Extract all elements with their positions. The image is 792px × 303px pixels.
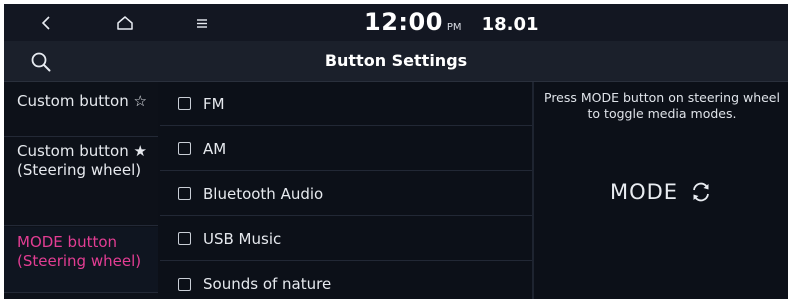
option-label: Sounds of nature (203, 275, 332, 293)
checkbox[interactable] (178, 142, 191, 155)
back-icon[interactable] (32, 4, 60, 41)
search-icon[interactable] (28, 49, 54, 75)
list-item-fm[interactable]: FM (160, 82, 532, 126)
help-panel: Press MODE button on steering wheel to t… (534, 82, 788, 299)
clock-date: 18.01 (481, 14, 539, 35)
checkbox[interactable] (178, 232, 191, 245)
page-title: Button Settings (324, 51, 468, 70)
option-label: Bluetooth Audio (203, 184, 324, 203)
menu-item-custom-button[interactable]: Custom button ☆ (4, 88, 158, 137)
checkbox[interactable] (178, 187, 191, 200)
clock: 12:00 PM 18.01 (364, 8, 539, 36)
mode-label: MODE (609, 180, 679, 204)
list-item-usb-music[interactable]: USB Music (160, 217, 532, 261)
clock-ampm: PM (446, 22, 462, 33)
page-header: Button Settings (4, 41, 788, 82)
menu-item-mode-button[interactable]: MODE button (Steering wheel) (4, 227, 158, 293)
list-item-sounds-of-nature[interactable]: Sounds of nature (160, 262, 532, 299)
status-bar: 12:00 PM 18.01 (4, 4, 788, 41)
option-label: USB Music (203, 229, 282, 248)
checkbox[interactable] (178, 97, 191, 110)
list-item-am[interactable]: AM (160, 127, 532, 171)
settings-menu: Custom button ☆ Custom button ★ (Steerin… (4, 82, 158, 299)
clock-time: 12:00 (364, 8, 443, 36)
help-text: Press MODE button on steering wheel to t… (544, 90, 780, 121)
option-label: AM (203, 139, 227, 158)
menu-icon[interactable] (190, 4, 214, 41)
infotainment-screen: 12:00 PM 18.01 Button Settings Custom bu… (4, 4, 788, 299)
menu-item-custom-button-steering[interactable]: Custom button ★ (Steering wheel) (4, 138, 158, 226)
media-mode-list: FM AM Bluetooth Audio USB Music Sounds o… (160, 82, 532, 299)
option-label: FM (203, 94, 225, 113)
mode-indicator: MODE (534, 180, 788, 204)
checkbox[interactable] (178, 277, 191, 291)
refresh-cycle-icon (690, 181, 712, 203)
home-icon[interactable] (110, 4, 140, 41)
list-item-bluetooth-audio[interactable]: Bluetooth Audio (160, 172, 532, 216)
